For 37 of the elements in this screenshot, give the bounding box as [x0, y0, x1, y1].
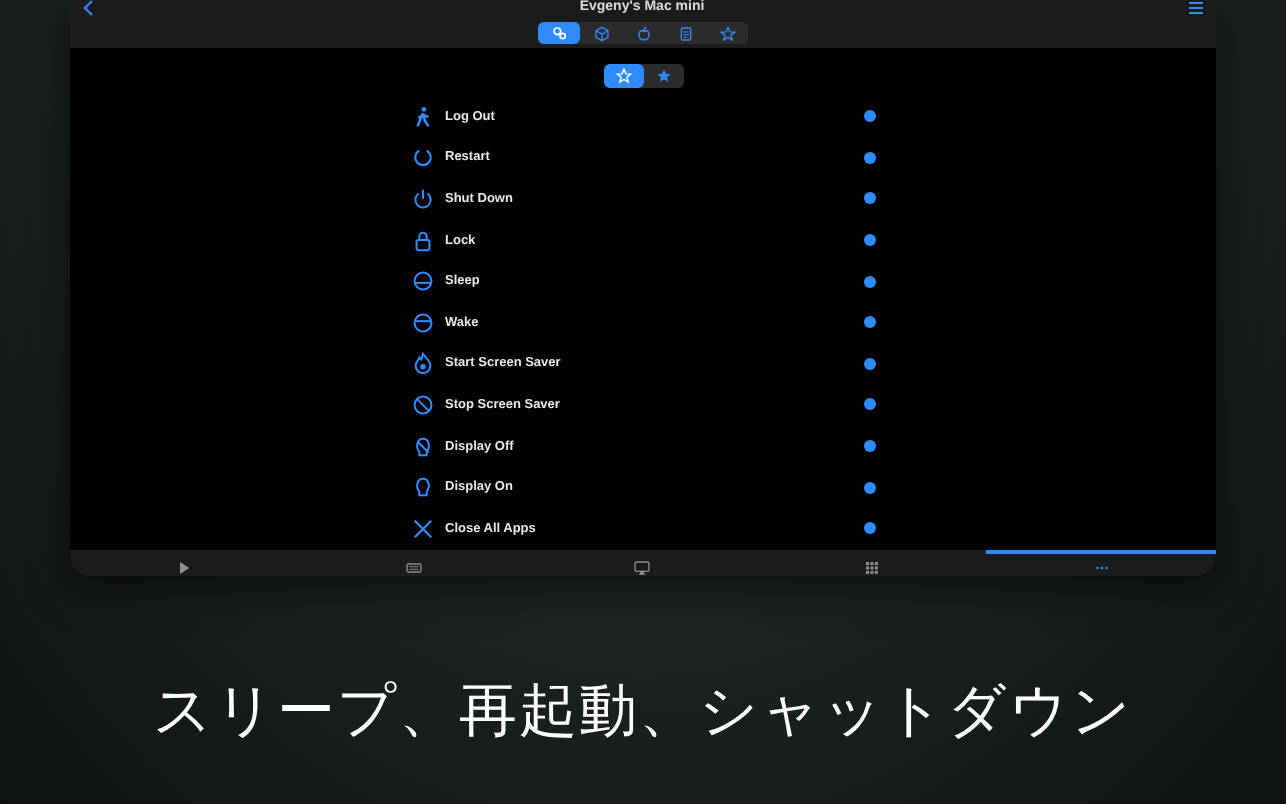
star-icon: [719, 25, 735, 41]
lightbulb-icon: [411, 476, 433, 499]
star-outline-icon: [615, 68, 631, 84]
back-chevron-icon[interactable]: [82, 0, 96, 16]
play-icon: [176, 560, 193, 576]
walking-person-icon: [411, 105, 433, 128]
document-icon: [677, 25, 693, 41]
gears-tab[interactable]: [538, 22, 580, 44]
close-icon: [411, 517, 433, 540]
star-icon: [655, 68, 671, 84]
list-icon[interactable]: [1187, 0, 1204, 16]
dot-icon: [863, 151, 875, 164]
half-circle-icon: [411, 311, 433, 334]
dot-icon: [863, 275, 875, 288]
dot-icon: [863, 357, 875, 370]
lock-icon: [411, 229, 433, 252]
flame-icon: [411, 352, 433, 375]
caption: スリープ、再起動、シャットダウン: [151, 678, 1135, 748]
keyboard-icon: [405, 560, 422, 576]
power-icon: [411, 187, 433, 210]
grid-icon: [864, 560, 881, 576]
dot-icon: [863, 481, 875, 494]
dot-icon: [863, 110, 875, 123]
dot-icon: [863, 522, 875, 535]
half-circle-icon: [411, 270, 433, 293]
dot-icon: [863, 440, 875, 453]
dot-icon: [863, 398, 875, 411]
dot-icon: [863, 192, 875, 205]
gears-icon: [551, 25, 567, 41]
dot-icon: [863, 234, 875, 247]
cube-icon: [593, 25, 609, 41]
lightbulb-icon: [411, 435, 433, 458]
screen-icon: [634, 560, 651, 576]
apple-icon: [635, 25, 651, 41]
filter-tab[interactable]: [603, 64, 643, 88]
prohibited-icon: [411, 393, 433, 416]
dot-icon: [863, 316, 875, 329]
